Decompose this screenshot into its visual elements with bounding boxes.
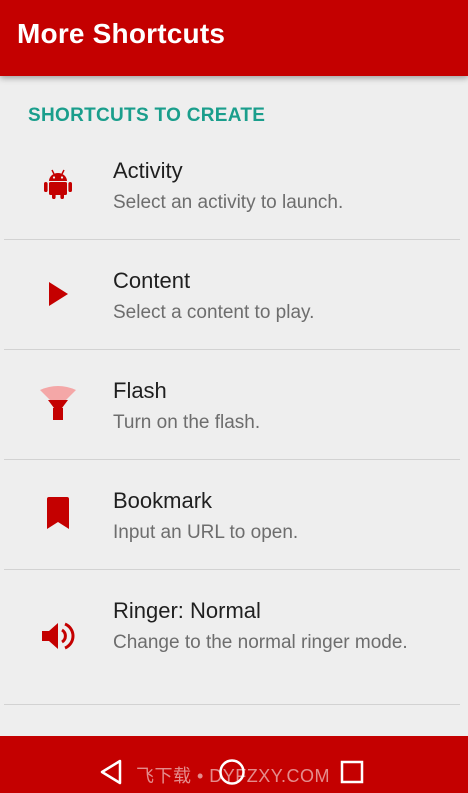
item-subtitle: Select an activity to launch.: [113, 192, 344, 213]
navigation-bar: 飞下载 • DYFZXY.COM: [0, 736, 468, 793]
android-icon: [44, 169, 72, 199]
item-title: Flash: [113, 378, 167, 403]
list-item-content[interactable]: Content Select a content to play.: [0, 240, 468, 350]
item-title: Activity: [113, 158, 183, 183]
item-title: Content: [113, 268, 191, 293]
page-title: More Shortcuts: [17, 18, 226, 49]
item-title: Bookmark: [113, 488, 213, 513]
list-item-bookmark[interactable]: Bookmark Input an URL to open.: [0, 460, 468, 570]
play-icon: [49, 282, 68, 306]
section-header: SHORTCUTS TO CREATE: [28, 105, 266, 126]
list-item-ringer[interactable]: Ringer: Normal Change to the normal ring…: [0, 570, 468, 705]
screen: More Shortcuts SHORTCUTS TO CREATE Activ…: [0, 0, 468, 793]
bookmark-icon: [47, 497, 69, 529]
item-subtitle: Change to the normal ringer mode.: [113, 632, 408, 653]
item-title: Ringer: Normal: [113, 598, 261, 623]
shortcut-list: Activity Select an activity to launch. C…: [0, 130, 468, 705]
item-subtitle: Input an URL to open.: [113, 522, 299, 543]
divider: [4, 704, 460, 705]
flashlight-icon: [40, 386, 76, 420]
item-subtitle: Select a content to play.: [113, 302, 315, 323]
item-subtitle: Turn on the flash.: [113, 412, 261, 433]
list-item-flash[interactable]: Flash Turn on the flash.: [0, 350, 468, 460]
recents-icon[interactable]: [340, 760, 364, 784]
app-bar: More Shortcuts: [0, 0, 468, 76]
back-icon[interactable]: [98, 758, 124, 786]
volume-icon: [42, 622, 75, 650]
list-item-activity[interactable]: Activity Select an activity to launch.: [0, 130, 468, 240]
home-icon[interactable]: [218, 758, 246, 786]
